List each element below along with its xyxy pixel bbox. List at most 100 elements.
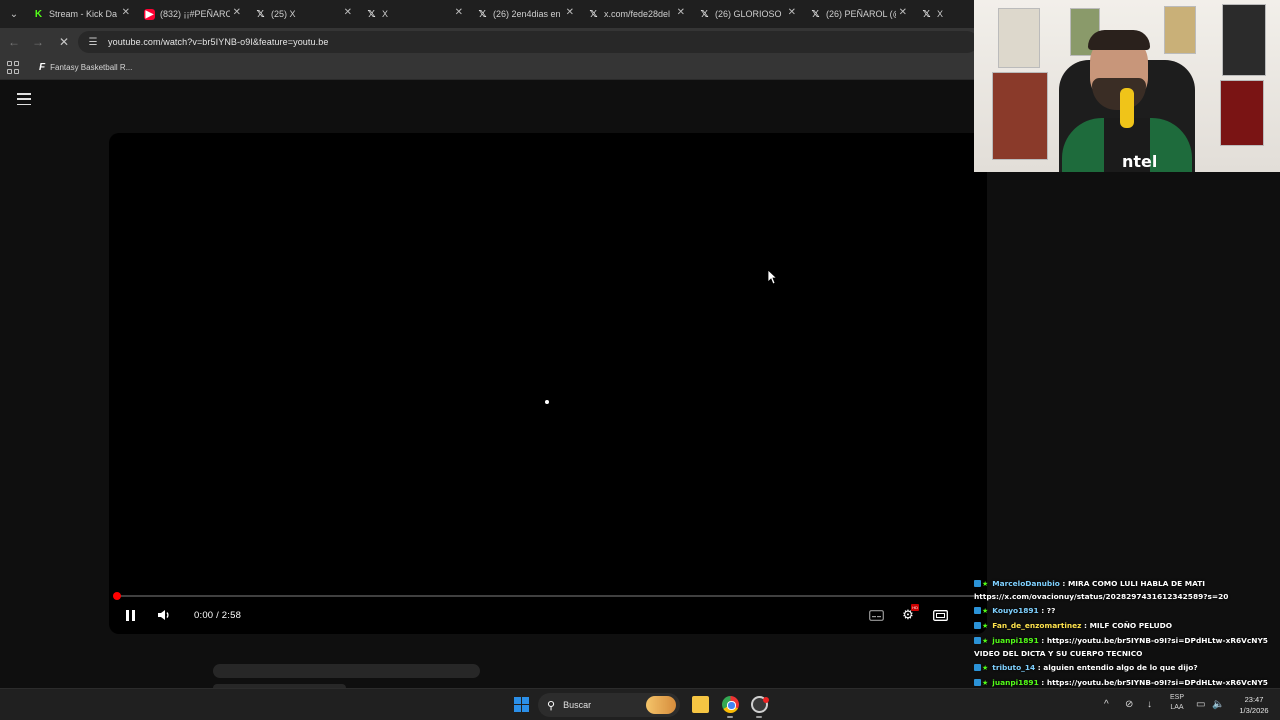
poster-image: [992, 72, 1048, 160]
chat-separator: :: [1038, 677, 1047, 687]
subscriber-badge-icon: [974, 606, 981, 614]
tab-title: (25) X: [271, 9, 296, 19]
download-icon[interactable]: ↓: [1147, 699, 1152, 710]
chat-overlay: ★ MarceloDanubio : MIRA COMO LULI HABLA D…: [974, 578, 1280, 688]
tab-3[interactable]: 𝕏 X ✕: [358, 0, 469, 28]
x-icon: 𝕏: [256, 8, 265, 20]
tab-0[interactable]: K Stream - Kick Da ✕: [25, 0, 136, 28]
clock-time: 23:47: [1244, 695, 1264, 704]
clock-date: 1/3/2026: [1239, 706, 1269, 715]
shirt-sponsor-logo: ntel: [1122, 152, 1158, 171]
tab-2[interactable]: 𝕏 (25) X ✕: [247, 0, 358, 28]
chat-badges: ★: [974, 662, 990, 675]
tab-close-icon[interactable]: ✕: [233, 7, 241, 18]
chat-separator: :: [1081, 620, 1090, 630]
progress-bar[interactable]: [117, 595, 979, 597]
chat-username[interactable]: tributo_14: [992, 663, 1035, 672]
chat-username[interactable]: MarceloDanubio: [992, 579, 1060, 588]
tab-close-icon[interactable]: ✕: [122, 7, 130, 18]
volume-tray-icon[interactable]: 🔈: [1212, 699, 1224, 710]
tab-close-icon[interactable]: ✕: [677, 7, 685, 18]
star-badge-icon: ★: [982, 637, 989, 646]
chrome-icon[interactable]: [722, 696, 739, 713]
language-indicator[interactable]: ESP LAA: [1168, 693, 1186, 713]
title-placeholder: [213, 664, 480, 678]
microphone: [1120, 88, 1134, 128]
menu-icon[interactable]: [17, 93, 31, 105]
tab-title: Stream - Kick Da: [49, 9, 118, 19]
site-info-icon[interactable]: ☰: [86, 35, 100, 49]
file-explorer-icon[interactable]: [692, 696, 709, 713]
tab-close-icon[interactable]: ✕: [566, 7, 574, 18]
chat-message: ★ juanpi1891 : https://youtu.be/br5IYNB-o…: [974, 677, 1280, 688]
bookmark-fantasy-basketball[interactable]: F Fantasy Basketball R...: [39, 62, 132, 73]
network-icon[interactable]: ▭: [1196, 699, 1205, 710]
mouse-cursor-icon: [767, 269, 778, 285]
tab-title: (26) GLORIOSO: [715, 9, 782, 19]
progress-scrubber[interactable]: [113, 592, 121, 600]
apps-grid-icon[interactable]: [7, 60, 21, 75]
forward-arrow-icon[interactable]: →: [26, 30, 50, 54]
tab-title: (832) ¡¡#PEÑAROL: [160, 9, 230, 19]
tab-close-icon[interactable]: ✕: [899, 7, 907, 18]
star-badge-icon: ★: [982, 678, 989, 687]
tab-1[interactable]: ▶ (832) ¡¡#PEÑAROL ✕: [136, 0, 247, 28]
windows-start-icon[interactable]: [514, 697, 529, 712]
poster-image: [1220, 80, 1264, 146]
chat-text: alguien entendio algo de lo que dijo?: [1043, 662, 1198, 672]
back-arrow-icon[interactable]: ←: [2, 30, 26, 54]
star-badge-icon: ★: [982, 606, 989, 615]
chat-separator: :: [1038, 605, 1047, 615]
tab-7[interactable]: 𝕏 (26) PEÑAROL (@ ✕: [802, 0, 913, 28]
chat-message: ★ Fan_de_enzomartinez : MILF COÑO PELUDO: [974, 620, 1280, 633]
tab-close-icon[interactable]: ✕: [788, 7, 796, 18]
volume-icon[interactable]: [156, 606, 172, 624]
chat-message: ★ Kouyo1891 : ??: [974, 605, 1280, 618]
chat-badges: ★: [974, 605, 990, 618]
chat-username[interactable]: Fan_de_enzomartinez: [992, 621, 1081, 630]
search-label: Buscar: [563, 700, 592, 710]
taskbar-search[interactable]: ⚲ Buscar: [538, 693, 680, 717]
settings-gear-icon[interactable]: ⚙ HD: [899, 604, 919, 623]
chat-separator: :: [1038, 636, 1047, 646]
tab-close-icon[interactable]: ✕: [455, 7, 463, 18]
tab-search-chevron-icon[interactable]: ⌄: [3, 3, 25, 25]
chevron-up-icon[interactable]: ^: [1104, 699, 1109, 710]
chat-username[interactable]: Kouyo1891: [992, 606, 1038, 615]
tab-title: X: [382, 9, 389, 19]
pause-icon[interactable]: [123, 606, 137, 624]
chat-username[interactable]: juanpi1891: [992, 678, 1038, 687]
tab-5[interactable]: 𝕏 x.com/fede28del ✕: [580, 0, 691, 28]
x-icon: 𝕏: [478, 8, 487, 20]
tab-4[interactable]: 𝕏 (26) 2en4dias en ✕: [469, 0, 580, 28]
search-highlight-icon: [646, 696, 676, 714]
chat-message: ★ juanpi1891 : https://youtu.be/br5IYNB-o…: [974, 635, 1280, 659]
obs-active-indicator: [756, 716, 762, 718]
star-badge-icon: ★: [982, 663, 989, 672]
mic-muted-icon[interactable]: ⊘: [1125, 699, 1133, 710]
tab-6[interactable]: 𝕏 (26) GLORIOSO ✕: [691, 0, 802, 28]
x-icon: 𝕏: [589, 8, 598, 20]
fantrax-icon: F: [39, 62, 46, 73]
webcam-overlay: ntel: [974, 0, 1280, 172]
subscriber-badge-icon: [974, 580, 981, 587]
tab-title: (26) 2en4dias en: [493, 9, 561, 19]
subscriber-badge-icon: [974, 621, 981, 629]
search-icon: ⚲: [547, 699, 556, 712]
keyboard-layout: LAA: [1170, 704, 1184, 711]
video-player[interactable]: 0:00 / 2:58 ⚙ HD: [109, 133, 987, 634]
address-bar[interactable]: ☰ youtube.com/watch?v=br5IYNB-o9I&featur…: [78, 31, 978, 53]
system-clock[interactable]: 23:47 1/3/2026: [1232, 694, 1276, 716]
stop-loading-icon[interactable]: ✕: [52, 30, 76, 54]
tab-close-icon[interactable]: ✕: [344, 7, 352, 18]
subtitles-icon[interactable]: [867, 607, 885, 623]
loading-indicator: [545, 400, 549, 404]
chat-username[interactable]: juanpi1891: [992, 636, 1038, 645]
subscriber-badge-icon: [974, 678, 981, 686]
url-text[interactable]: youtube.com/watch?v=br5IYNB-o9I&feature=…: [108, 37, 328, 47]
poster-image: [1222, 4, 1266, 76]
theater-mode-icon[interactable]: [931, 607, 949, 623]
x-icon: 𝕏: [700, 8, 709, 20]
chat-badges: ★: [974, 578, 990, 591]
language-code: ESP: [1169, 694, 1184, 701]
